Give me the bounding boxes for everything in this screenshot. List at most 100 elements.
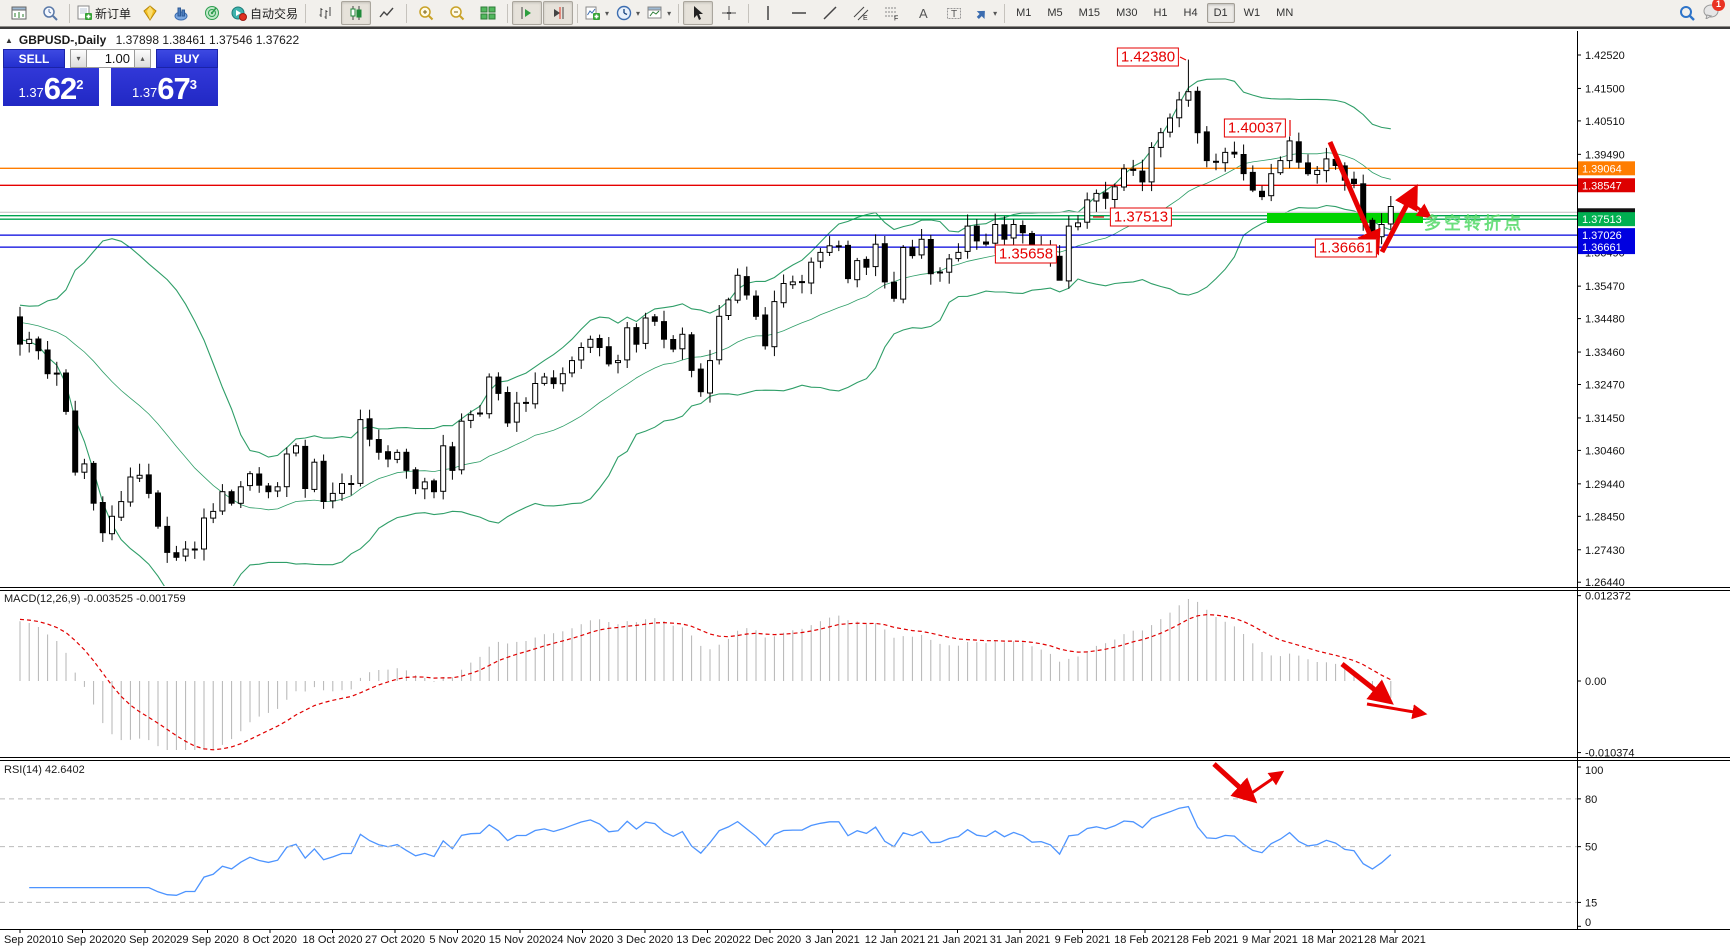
turning-point-annotation[interactable]: 多空转折点: [1424, 209, 1524, 234]
fibonacci-button[interactable]: F: [877, 1, 907, 25]
template-icon: [647, 6, 662, 19]
date-tick-label[interactable]: 12 Jan 2021: [865, 934, 926, 946]
templates-button[interactable]: ▾: [644, 1, 674, 25]
volume-increase-button[interactable]: ▴: [134, 49, 151, 68]
red-arrow[interactable]: [1340, 662, 1394, 705]
timeframe-D1[interactable]: D1: [1206, 3, 1235, 23]
candle: [1019, 225, 1026, 234]
date-tick-label[interactable]: 31 Jan 2021: [990, 934, 1051, 946]
timeframe-MN[interactable]: MN: [1269, 3, 1300, 23]
buy-button[interactable]: BUY: [156, 49, 218, 68]
timeframe-M15[interactable]: M15: [1072, 3, 1107, 23]
horizontal-line-button[interactable]: [784, 1, 814, 25]
channel-button[interactable]: E: [846, 1, 876, 25]
date-tick-label[interactable]: 18 Mar 2021: [1302, 934, 1364, 946]
collapse-chart-icon[interactable]: ▲: [5, 36, 13, 45]
volume-input[interactable]: 1.00: [87, 49, 134, 68]
red-arrow[interactable]: [1379, 183, 1418, 254]
sell-price[interactable]: 1.37 62 2: [3, 68, 99, 106]
auto-scroll-button[interactable]: [512, 1, 543, 25]
market-watch-icon[interactable]: [135, 1, 165, 25]
date-tick-label[interactable]: 9 Mar 2021: [1242, 934, 1298, 946]
red-arrow[interactable]: [1327, 141, 1381, 256]
search-icon[interactable]: [1679, 5, 1696, 22]
date-tick-label[interactable]: 13 Dec 2020: [676, 934, 738, 946]
bar-chart-button[interactable]: [310, 1, 340, 25]
tile-windows-button[interactable]: [473, 1, 503, 25]
candle: [35, 338, 42, 352]
candle: [431, 480, 437, 493]
candle: [955, 251, 962, 260]
date-tick-label[interactable]: 21 Jan 2021: [927, 934, 988, 946]
timeframe-M1[interactable]: M1: [1009, 3, 1038, 23]
volume-decrease-button[interactable]: ▾: [70, 49, 87, 68]
line-chart-button[interactable]: [372, 1, 402, 25]
tick-chart-icon[interactable]: [35, 1, 65, 25]
chart-shift-button[interactable]: [543, 1, 574, 25]
price-label-swing-low[interactable]: 1.36661: [1314, 238, 1378, 258]
date-tick-label[interactable]: 10 Sep 2020: [51, 934, 113, 946]
candle: [109, 515, 115, 535]
candle: [670, 339, 677, 350]
candle: [81, 463, 88, 473]
date-tick-label[interactable]: 28 Mar 2021: [1364, 934, 1426, 946]
date-tick-label[interactable]: 29 Sep 2020: [176, 934, 238, 946]
date-tick-label[interactable]: 28 Feb 2021: [1177, 934, 1239, 946]
red-arrow[interactable]: [1212, 762, 1258, 804]
price-label-peak[interactable]: 1.42380: [1116, 47, 1180, 67]
sell-price-big: 62: [43, 71, 77, 106]
timeframe-M30[interactable]: M30: [1109, 3, 1144, 23]
buy-price[interactable]: 1.37 67 3: [111, 68, 218, 106]
timeframe-M5[interactable]: M5: [1040, 3, 1069, 23]
date-tick-label[interactable]: 18 Oct 2020: [303, 934, 363, 946]
price-tick-label: 1.33460: [1585, 347, 1625, 359]
date-tick-label[interactable]: 3 Dec 2020: [617, 934, 673, 946]
new-chart-icon[interactable]: [4, 1, 34, 25]
date-tick-label[interactable]: 9 Feb 2021: [1055, 934, 1111, 946]
date-tick-label[interactable]: 20 Sep 2020: [114, 934, 176, 946]
date-tick-label[interactable]: 24 Nov 2020: [551, 934, 613, 946]
candle: [1130, 168, 1137, 171]
price-label-lower-high[interactable]: 1.40037: [1223, 118, 1287, 138]
red-arrow[interactable]: [1366, 702, 1428, 720]
auto-trading-button[interactable]: 自动交易: [228, 1, 301, 25]
date-tick-label[interactable]: Sep 2020: [4, 934, 51, 946]
timeframe-H1[interactable]: H1: [1146, 3, 1174, 23]
price-label-support[interactable]: 1.37513: [1109, 207, 1173, 227]
date-tick-label[interactable]: 27 Oct 2020: [365, 934, 425, 946]
candle: [835, 245, 842, 248]
date-tick-label[interactable]: 8 Oct 2020: [243, 934, 297, 946]
arrows-button[interactable]: ▾: [970, 1, 1000, 25]
red-arrow[interactable]: [1242, 770, 1285, 801]
new-order-button[interactable]: 新订单: [74, 1, 134, 25]
candlestick-chart-button[interactable]: [341, 1, 372, 25]
date-tick-label[interactable]: 5 Nov 2020: [429, 934, 485, 946]
date-tick-label[interactable]: 22 Dec 2020: [739, 934, 801, 946]
text-button[interactable]: A: [908, 1, 938, 25]
timeframe-W1[interactable]: W1: [1237, 3, 1268, 23]
data-window-icon[interactable]: [166, 1, 196, 25]
toolbar: 新订单 自动交易 ▾ ▾ ▾ E F A T ▾ M1 M5 M15 M30 H…: [0, 0, 1730, 27]
candle: [421, 481, 428, 490]
text-label-button[interactable]: T: [939, 1, 969, 25]
zoom-out-button[interactable]: [442, 1, 472, 25]
notifications-button[interactable]: 1: [1702, 0, 1725, 24]
rsi-tick-label: 15: [1585, 897, 1597, 909]
vertical-line-button[interactable]: [753, 1, 783, 25]
cursor-button[interactable]: [683, 1, 714, 25]
zoom-in-button[interactable]: [411, 1, 441, 25]
periods-button[interactable]: ▾: [613, 1, 643, 25]
price-label-old-low[interactable]: 1.35658: [994, 244, 1058, 264]
sell-button[interactable]: SELL: [3, 49, 65, 68]
candle: [1286, 140, 1293, 162]
indicators-button[interactable]: ▾: [582, 1, 612, 25]
strategy-tester-icon[interactable]: [197, 1, 227, 25]
candle: [366, 418, 373, 440]
candle: [127, 476, 134, 503]
crosshair-button[interactable]: [714, 1, 744, 25]
date-tick-label[interactable]: 18 Feb 2021: [1114, 934, 1176, 946]
timeframe-H4[interactable]: H4: [1177, 3, 1205, 23]
date-tick-label[interactable]: 15 Nov 2020: [489, 934, 551, 946]
trendline-button[interactable]: [815, 1, 845, 25]
date-tick-label[interactable]: 3 Jan 2021: [805, 934, 859, 946]
